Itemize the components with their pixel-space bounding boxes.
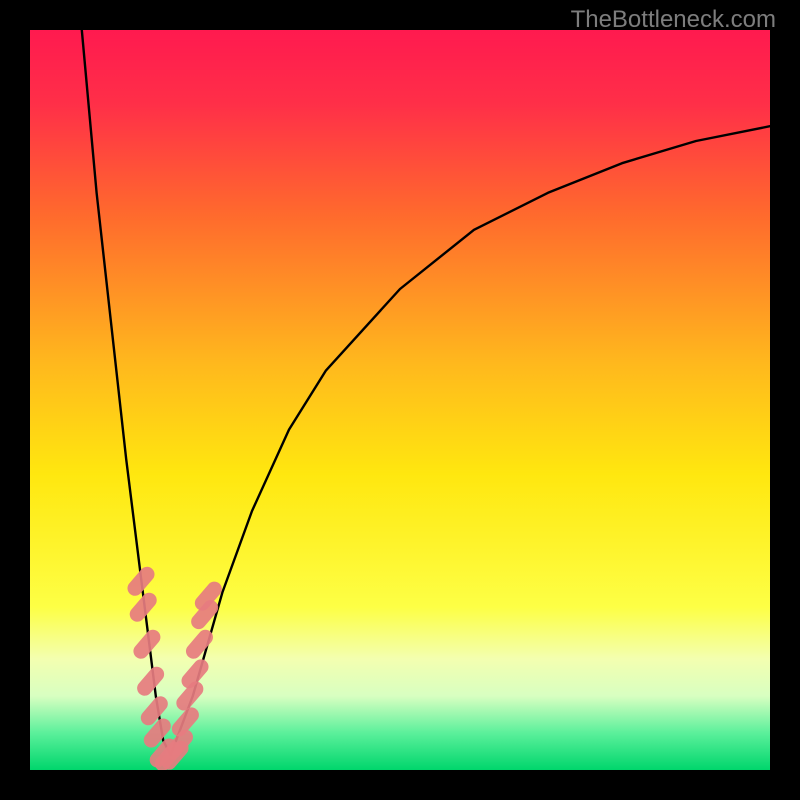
marker-point <box>135 574 147 588</box>
marker-point <box>184 689 196 703</box>
marker-point <box>148 704 160 718</box>
marker-point <box>189 667 201 681</box>
marker-point <box>151 726 163 740</box>
chart-container: TheBottleneck.com <box>0 0 800 800</box>
bottleneck-chart <box>0 0 800 800</box>
marker-point <box>202 589 214 603</box>
marker-point <box>141 637 153 651</box>
marker-point <box>193 637 205 651</box>
marker-point <box>137 600 149 614</box>
marker-point <box>179 715 191 729</box>
chart-plot-area <box>30 30 770 770</box>
watermark-text: TheBottleneck.com <box>571 6 776 34</box>
marker-point <box>173 737 185 751</box>
marker-point <box>145 674 157 688</box>
